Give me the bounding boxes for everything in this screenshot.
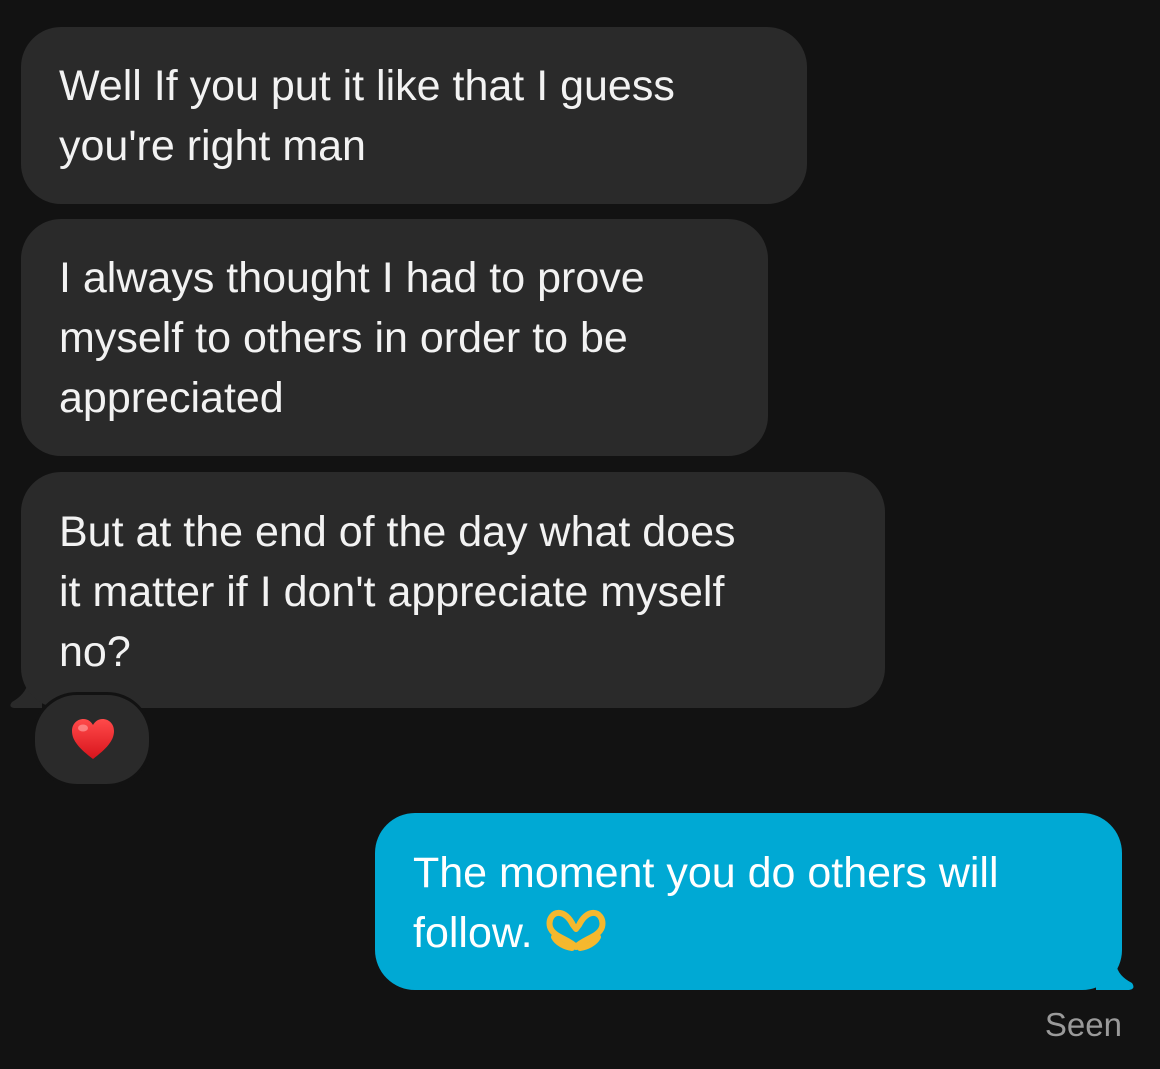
incoming-message-bubble[interactable]: Well If you put it like that I guess you…: [21, 27, 807, 204]
red-heart-icon: [72, 719, 114, 759]
chat-thread: Well If you put it like that I guess you…: [0, 0, 1160, 1069]
message-text: But at the end of the day what does it m…: [59, 508, 736, 676]
message-text: Well If you put it like that I guess you…: [59, 62, 675, 170]
heart-hands-icon: [546, 909, 605, 951]
outgoing-message-bubble[interactable]: The moment you do others will follow.: [375, 813, 1122, 990]
incoming-message-bubble[interactable]: But at the end of the day what does it m…: [21, 472, 885, 708]
reaction-badge[interactable]: [32, 692, 152, 787]
read-receipt-status: Seen: [1044, 1006, 1122, 1043]
message-text: I always thought I had to prove myself t…: [59, 254, 645, 422]
incoming-message-bubble[interactable]: I always thought I had to prove myself t…: [21, 219, 768, 456]
message-text: The moment you do others will follow.: [413, 849, 999, 957]
